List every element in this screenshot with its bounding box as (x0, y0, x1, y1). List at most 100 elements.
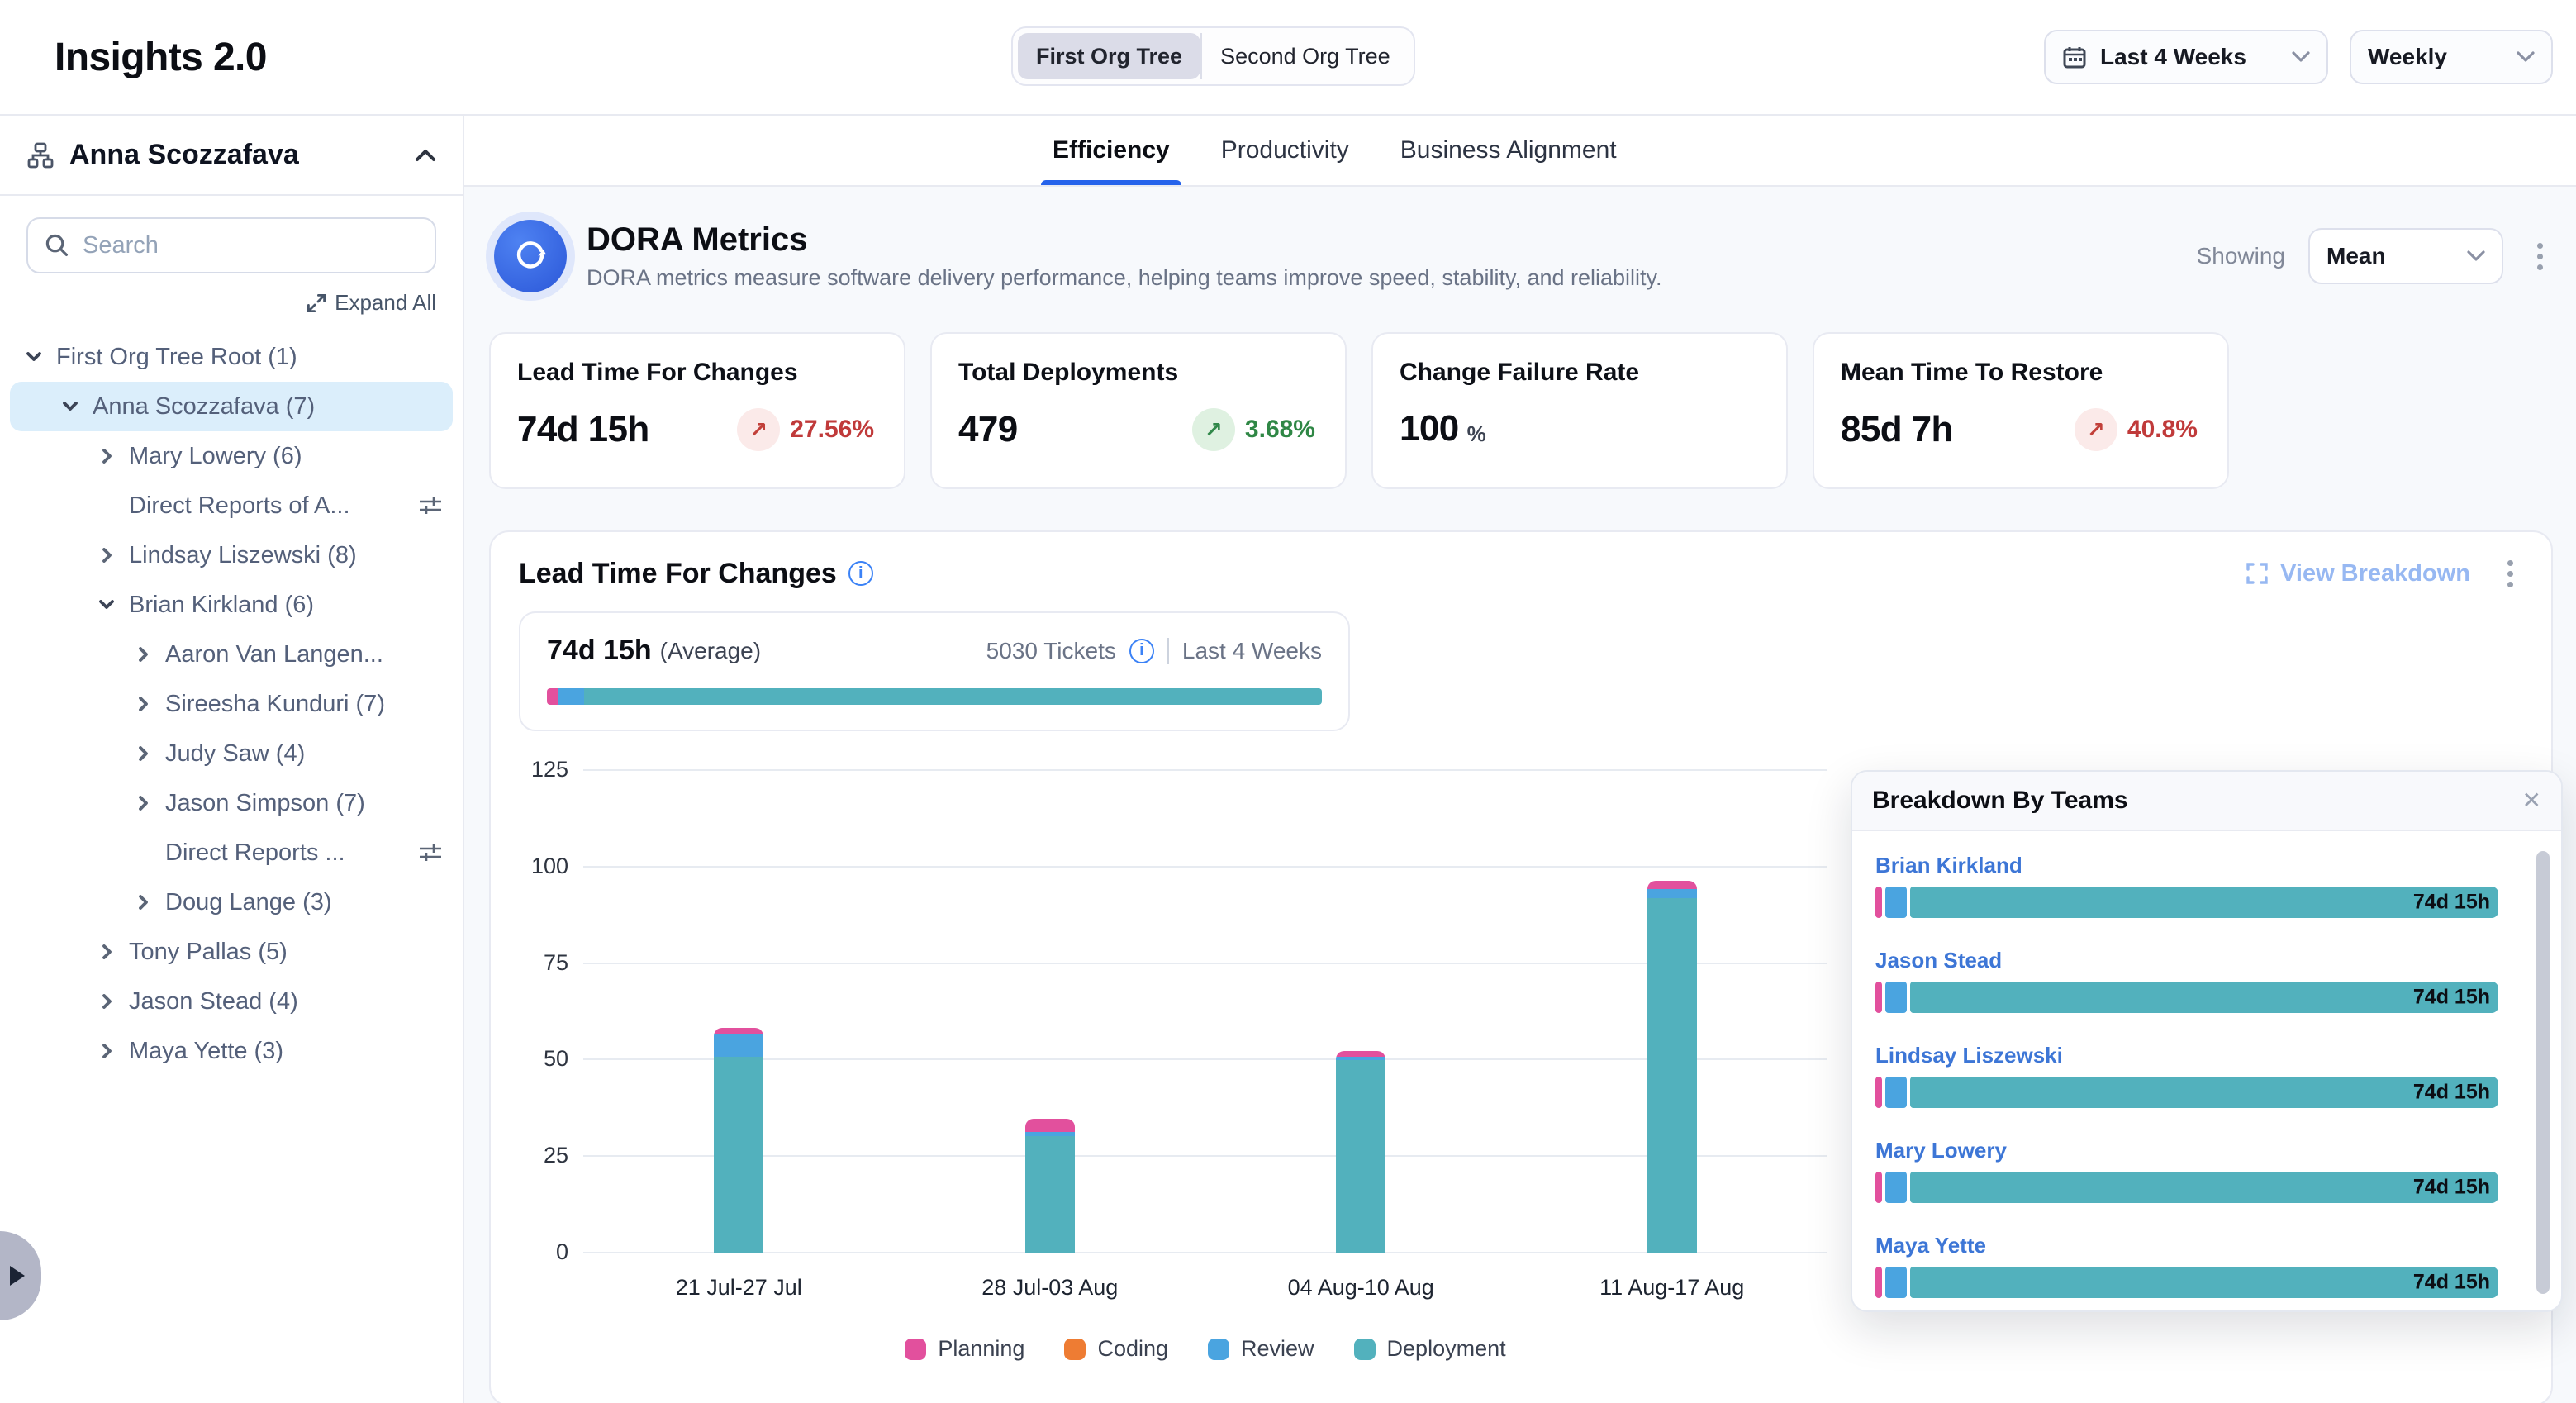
expand-all-label: Expand All (335, 290, 436, 316)
toggle-first-org-tree[interactable]: First Org Tree (1018, 33, 1200, 79)
breakdown-scrollbar[interactable] (2536, 851, 2550, 1294)
summary-row: 74d 15h (Average) 5030 Tickets i Last 4 … (547, 635, 1322, 667)
tree-item-judy-saw-4[interactable]: Judy Saw (4) (10, 729, 453, 778)
dora-menu-kebab-icon[interactable] (2526, 238, 2553, 274)
aggregation-select[interactable]: Mean (2308, 228, 2503, 284)
tab-label: Business Alignment (1400, 136, 1617, 164)
team-stacked-bar: 74d 15h (1875, 1077, 2498, 1108)
y-tick-75: 75 (516, 950, 568, 976)
granularity-select[interactable]: Weekly (2350, 30, 2553, 84)
tab-business-alignment[interactable]: Business Alignment (1397, 116, 1620, 185)
chevron-down-icon (2292, 51, 2310, 63)
trend-up-icon: ↗ (1192, 408, 1235, 451)
team-name-link[interactable]: Jason Stead (1875, 948, 2538, 973)
tree-item-first-org-tree-root-1[interactable]: First Org Tree Root (1) (10, 332, 453, 382)
info-icon[interactable]: i (1129, 639, 1154, 663)
tree-item-jason-simpson-7[interactable]: Jason Simpson (7) (10, 778, 453, 828)
app: Insights 2.0 First Org Tree Second Org T… (0, 0, 2576, 1403)
toggle-second-org-tree-label: Second Org Tree (1220, 44, 1390, 69)
bar-segment-review (714, 1034, 763, 1057)
chevron-spacer (129, 839, 157, 867)
bar-04-aug-10-aug (1336, 1051, 1385, 1253)
tree-item-sireesha-kunduri-7[interactable]: Sireesha Kunduri (7) (10, 679, 453, 729)
team-bar-deployment (1910, 1267, 2498, 1298)
tree-item-brian-kirkland-6[interactable]: Brian Kirkland (6) (10, 580, 453, 630)
tabs: Efficiency Productivity Business Alignment (464, 116, 2576, 187)
team-name-link[interactable]: Mary Lowery (1875, 1138, 2538, 1163)
gridline-100 (583, 866, 1827, 868)
chevron-down-icon (20, 343, 48, 371)
team-bar-review (1885, 982, 1907, 1013)
arrow-right-icon (10, 1266, 25, 1286)
bar-segment-review (1647, 889, 1697, 899)
chart-menu-kebab-icon[interactable] (2497, 555, 2523, 592)
search-input[interactable] (83, 232, 418, 259)
legend-item-coding[interactable]: Coding (1064, 1336, 1168, 1362)
chevron-right-icon (93, 541, 121, 569)
tree-item-label: Sireesha Kunduri (7) (165, 691, 385, 718)
view-breakdown-label: View Breakdown (2280, 560, 2470, 587)
dora-cycle-icon (494, 220, 567, 292)
tree-item-doug-lange-3[interactable]: Doug Lange (3) (10, 877, 453, 927)
expand-all-button[interactable]: Expand All (26, 290, 436, 316)
gridline-25 (583, 1155, 1827, 1157)
team-name-link[interactable]: Maya Yette (1875, 1233, 2538, 1258)
toggle-second-org-tree[interactable]: Second Org Tree (1200, 33, 1409, 79)
y-tick-100: 100 (516, 854, 568, 879)
legend-item-planning[interactable]: Planning (905, 1336, 1024, 1362)
tree-item-label: Jason Stead (4) (129, 988, 298, 1015)
lead-time-actions: View Breakdown (2246, 555, 2523, 592)
tree-item-anna-scozzafava-7[interactable]: Anna Scozzafava (7) (10, 382, 453, 431)
chevron-right-icon (129, 740, 157, 768)
chevron-spacer (93, 492, 121, 520)
aggregation-value: Mean (2326, 243, 2386, 269)
team-row-mary-lowery: Mary Lowery74d 15h (1875, 1138, 2538, 1203)
team-value: 74d 15h (2413, 986, 2490, 1010)
tree-item-label: Maya Yette (3) (129, 1038, 283, 1065)
sidebar-collapse-handle[interactable] (0, 1231, 41, 1320)
chevron-right-icon (129, 789, 157, 817)
metric-card-change-failure-rate: Change Failure Rate100% (1371, 332, 1788, 489)
delta-value: 27.56% (790, 416, 874, 444)
tab-efficiency[interactable]: Efficiency (1049, 116, 1173, 185)
team-name-link[interactable]: Lindsay Liszewski (1875, 1043, 2538, 1068)
breakdown-header: Breakdown By Teams ✕ (1852, 772, 2561, 831)
tree-item-mary-lowery-6[interactable]: Mary Lowery (6) (10, 431, 453, 481)
legend-item-review[interactable]: Review (1208, 1336, 1314, 1362)
date-range-select[interactable]: Last 4 Weeks (2044, 30, 2328, 84)
legend-item-deployment[interactable]: Deployment (1354, 1336, 1506, 1362)
trend-up-icon: ↗ (737, 408, 780, 451)
tree-item-jason-stead-4[interactable]: Jason Stead (4) (10, 977, 453, 1026)
metric-card-value-row: 479↗3.68% (958, 408, 1319, 451)
team-name-link[interactable]: Brian Kirkland (1875, 853, 2538, 878)
view-breakdown-button[interactable]: View Breakdown (2246, 560, 2470, 587)
tree-item-aaron-van-langen[interactable]: Aaron Van Langen... (10, 630, 453, 679)
team-stacked-bar: 74d 15h (1875, 982, 2498, 1013)
trend-up-icon: ↗ (2075, 408, 2117, 451)
legend-label: Review (1241, 1336, 1314, 1362)
filter-sliders-icon[interactable] (418, 495, 443, 516)
dora-title: DORA Metrics (587, 221, 1662, 259)
summary-box: 74d 15h (Average) 5030 Tickets i Last 4 … (519, 611, 1350, 731)
tree-item-lindsay-liszewski-8[interactable]: Lindsay Liszewski (8) (10, 530, 453, 580)
tree-item-tony-pallas-5[interactable]: Tony Pallas (5) (10, 927, 453, 977)
tree-item-direct-reports[interactable]: Direct Reports ... (10, 828, 453, 877)
tree-item-maya-yette-3[interactable]: Maya Yette (3) (10, 1026, 453, 1076)
tree-item-label: First Org Tree Root (1) (56, 344, 297, 371)
metric-cards: Lead Time For Changes74d 15h↗27.56%Total… (489, 332, 2553, 489)
team-bar-review (1885, 1267, 1907, 1298)
info-icon[interactable]: i (848, 561, 873, 586)
bar-segment-deployment (1336, 1060, 1385, 1253)
team-row-maya-yette: Maya Yette74d 15h (1875, 1233, 2538, 1298)
metric-card-lead-time-for-changes: Lead Time For Changes74d 15h↗27.56% (489, 332, 905, 489)
tab-productivity[interactable]: Productivity (1218, 116, 1352, 185)
filter-sliders-icon[interactable] (418, 842, 443, 863)
sidebar-header[interactable]: Anna Scozzafava (0, 116, 463, 196)
chevron-right-icon (93, 938, 121, 966)
chevron-up-icon[interactable] (415, 149, 436, 162)
search-box (26, 217, 436, 273)
tree-item-label: Brian Kirkland (6) (129, 592, 314, 619)
tree-item-direct-reports-of-a[interactable]: Direct Reports of A... (10, 481, 453, 530)
close-icon[interactable]: ✕ (2522, 789, 2541, 812)
team-bar-review (1885, 887, 1907, 918)
